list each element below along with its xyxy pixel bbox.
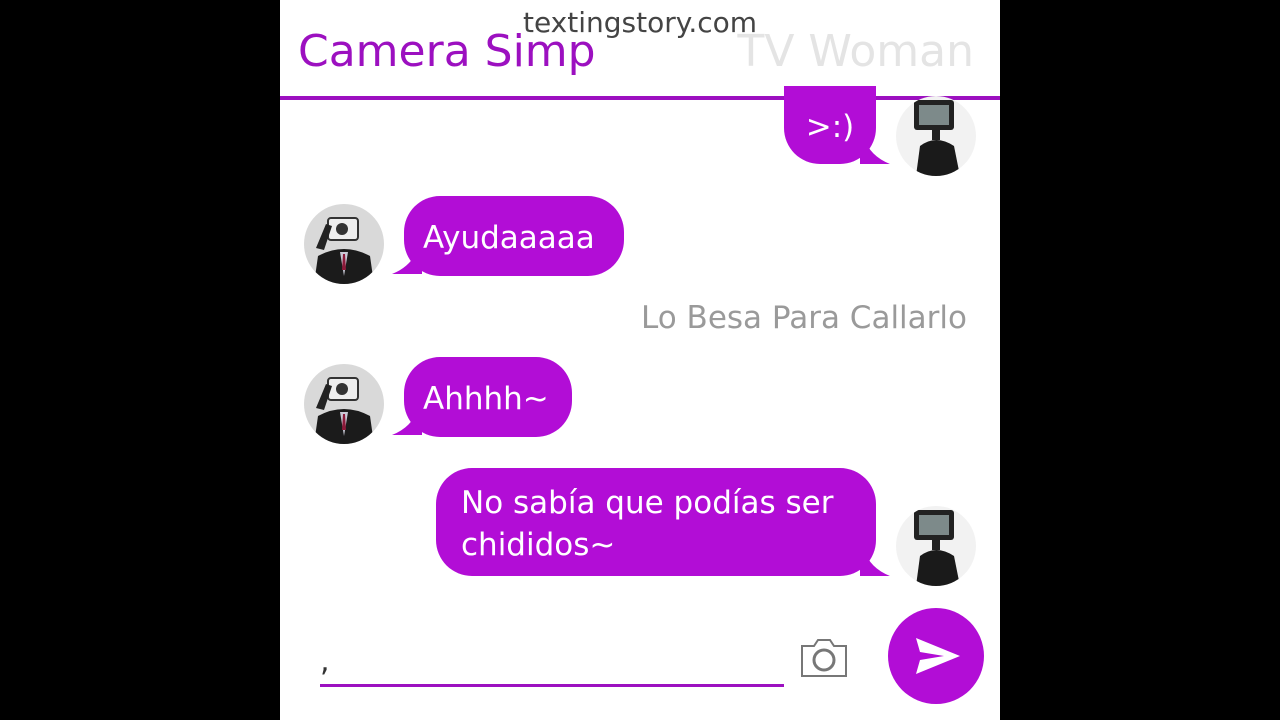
- tv-woman-icon: [914, 510, 960, 586]
- chat-screen: Camera Simp TV Woman textingstory.com >:…: [280, 0, 1000, 720]
- bubble-tail: [392, 248, 422, 274]
- avatar-camera-simp[interactable]: [304, 364, 384, 444]
- message-input[interactable]: ,: [320, 640, 784, 687]
- message-bubble-right: No sabía que podías ser chididos~: [436, 468, 876, 576]
- narration-text: Lo Besa Para Callarlo: [641, 300, 967, 336]
- message-bubble-left: Ayudaaaaa: [404, 196, 624, 276]
- message-text: Ayudaaaaa: [423, 220, 595, 256]
- camera-button[interactable]: [798, 636, 850, 680]
- bubble-tail: [860, 550, 890, 576]
- camera-simp-icon: [314, 217, 374, 284]
- message-text: >:): [805, 109, 855, 145]
- camera-simp-icon: [314, 377, 374, 444]
- avatar-tv-woman[interactable]: [896, 506, 976, 586]
- send-icon: [916, 638, 960, 674]
- avatar-camera-simp[interactable]: [304, 204, 384, 284]
- bubble-tail: [392, 409, 422, 435]
- message-text: Ahhhh~: [423, 381, 549, 417]
- message-bubble-left: Ahhhh~: [404, 357, 572, 437]
- camera-icon: [801, 639, 847, 677]
- avatar-tv-woman[interactable]: [896, 96, 976, 176]
- watermark: textingstory.com: [522, 6, 758, 39]
- tv-woman-icon: [914, 100, 960, 176]
- message-text: No sabía que podías ser chididos~: [461, 485, 834, 563]
- bubble-tail: [860, 138, 890, 164]
- send-button[interactable]: [888, 608, 984, 704]
